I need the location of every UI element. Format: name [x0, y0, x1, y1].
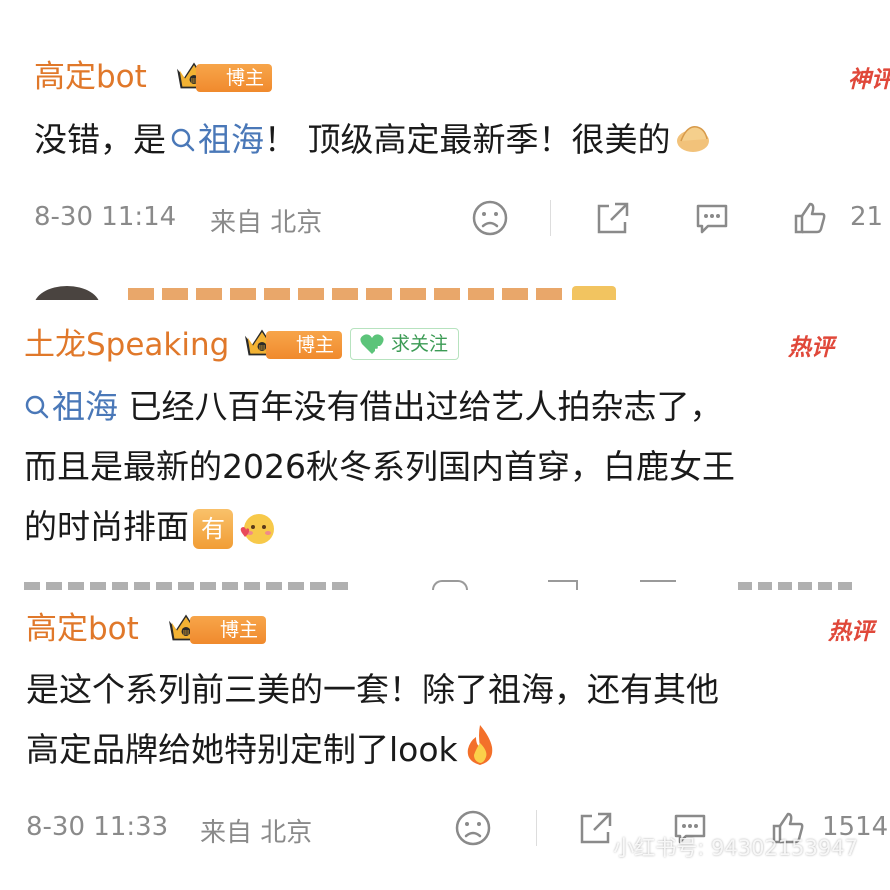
comment-username[interactable]: 土龙Speaking [24, 326, 229, 364]
pinched-fingers-emoji-icon [676, 126, 709, 152]
icon-fragment [432, 580, 468, 590]
dislike-face-icon[interactable] [470, 198, 510, 238]
follow-label: 求关注 [391, 333, 449, 355]
search-icon [171, 128, 195, 152]
text-segment: 而且是最新的2026秋冬系列国内首穿，白鹿女王 [24, 447, 735, 486]
have-sticker-icon: 有 [193, 508, 233, 549]
watermark: 小红书号: 94302153947 [613, 836, 858, 860]
svg-text:III: III [259, 343, 265, 352]
text-segment: 没错，是 [34, 120, 166, 159]
hidden-meta-strip [0, 580, 890, 590]
username-fragment [128, 288, 568, 300]
comment-location: 来自 北京 [200, 818, 313, 848]
topic-link-label: 祖海 [198, 120, 264, 159]
comment-timestamp: 8-30 11:14 [34, 202, 177, 232]
comment-text: 是这个系列前三美的一套！除了祖海，还有其他 高定品牌给她特别定制了look [26, 660, 719, 780]
count-fragment [738, 582, 858, 590]
comment-timestamp: 8-30 11:33 [26, 812, 169, 842]
action-divider [550, 200, 551, 236]
comment-username[interactable]: 高定bot [26, 610, 139, 648]
share-icon[interactable] [593, 198, 633, 238]
comment-2: 土龙Speaking III 博主 求关注 热评 祖海 已经八百年没有借出过给艺… [0, 300, 890, 590]
like-thumb-icon[interactable] [790, 198, 830, 238]
topic-link[interactable]: 祖海 [166, 120, 264, 159]
text-segment: 是这个系列前三美的一套！除了祖海，还有其他 [26, 670, 719, 709]
topic-link-label: 祖海 [52, 387, 118, 426]
blogger-tag: 博主 [266, 331, 343, 359]
comment-text: 没错，是 祖海！ 顶级高定最新季！很美的 [34, 110, 713, 170]
text-line: 而且是最新的2026秋冬系列国内首穿，白鹿女王 [24, 437, 735, 497]
crown-badge-icon [572, 286, 616, 300]
text-line: 的时尚排面有 [24, 497, 735, 557]
avatar [34, 286, 100, 300]
icon-fragment [548, 580, 578, 590]
text-segment: 的时尚排面 [24, 507, 189, 546]
comment-username[interactable]: 高定bot [34, 58, 147, 96]
text-line: 祖海 已经八百年没有借出过给艺人拍杂志了， [24, 377, 735, 437]
svg-text:III: III [183, 628, 189, 637]
meta-fragment [24, 582, 354, 590]
hot-comment-tag: 热评 [828, 619, 874, 645]
divine-comment-tag: 神评 [848, 67, 890, 93]
dislike-face-icon[interactable] [453, 808, 493, 848]
hot-comment-tag: 热评 [788, 335, 834, 361]
action-divider [536, 810, 537, 846]
blush-kiss-emoji-icon [240, 513, 274, 544]
blogger-tag: 博主 [196, 64, 273, 92]
hidden-comment-strip [0, 286, 890, 300]
text-segment: 高定品牌给她特别定制了look [26, 730, 458, 769]
text-line: 高定品牌给她特别定制了look [26, 720, 719, 780]
fire-emoji-icon [467, 725, 492, 765]
heart-plus-icon [360, 334, 384, 354]
comment-location: 来自 北京 [210, 208, 323, 238]
search-icon [25, 395, 49, 419]
text-segment: 已经八百年没有借出过给艺人拍杂志了， [118, 387, 723, 426]
reply-icon[interactable] [692, 198, 732, 238]
comment-1: 高定bot III 博主 神评 没错，是 祖海！ 顶级高定最新季！很美的 8-30… [0, 0, 890, 300]
share-icon[interactable] [576, 808, 616, 848]
comment-text: 祖海 已经八百年没有借出过给艺人拍杂志了， 而且是最新的2026秋冬系列国内首穿… [24, 377, 735, 557]
follow-button[interactable]: 求关注 [350, 328, 460, 360]
text-line: 是这个系列前三美的一套！除了祖海，还有其他 [26, 660, 719, 720]
icon-fragment [640, 580, 676, 590]
text-segment: ！ 顶级高定最新季！很美的 [264, 120, 671, 159]
blogger-tag: 博主 [190, 616, 267, 644]
like-count: 21 [850, 202, 884, 232]
topic-link[interactable]: 祖海 [24, 387, 118, 426]
